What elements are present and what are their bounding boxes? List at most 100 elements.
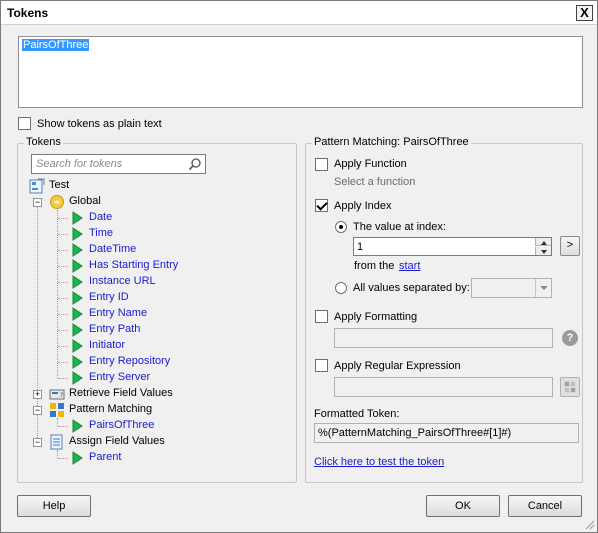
- apply-index-checkbox[interactable]: [315, 199, 328, 212]
- select-function-hint: Select a function: [334, 176, 416, 188]
- start-link[interactable]: start: [399, 260, 420, 272]
- svg-text:?: ?: [60, 392, 63, 399]
- spin-down-button[interactable]: [535, 247, 551, 255]
- apply-function-label: Apply Function: [334, 158, 407, 170]
- apply-function-checkbox[interactable]: [315, 158, 328, 171]
- tree-line: [58, 378, 68, 379]
- tokens-dialog: Tokens X PairsOfThree Show tokens as pla…: [0, 0, 598, 533]
- tree-line: [58, 282, 68, 283]
- regex-input[interactable]: [334, 377, 553, 397]
- pattern-matching-icon: [50, 403, 64, 417]
- separator-select[interactable]: [471, 278, 552, 298]
- token-label: Entry Server: [89, 371, 151, 383]
- token-arrow-icon: [72, 451, 83, 465]
- token-tree: Test − Global Date Time DateTime Has Sta…: [29, 178, 289, 468]
- tree-line: [58, 362, 68, 363]
- arrow-up-icon: [541, 241, 547, 245]
- arrow-down-icon: [541, 250, 547, 254]
- formatting-input[interactable]: [334, 328, 553, 348]
- regex-builder-button[interactable]: [560, 377, 580, 397]
- resize-grip-icon[interactable]: [583, 518, 595, 530]
- ok-button-label: OK: [455, 500, 471, 512]
- tree-line: [58, 298, 68, 299]
- token-label: DateTime: [89, 243, 137, 255]
- apply-formatting-checkbox[interactable]: [315, 310, 328, 323]
- search-placeholder: Search for tokens: [36, 158, 123, 170]
- token-arrow-icon: [72, 227, 83, 241]
- test-token-link[interactable]: Click here to test the token: [314, 456, 444, 468]
- from-the-label: from the: [354, 260, 395, 272]
- token-arrow-icon: [72, 355, 83, 369]
- tree-line: [58, 234, 68, 235]
- ok-button[interactable]: OK: [426, 495, 500, 517]
- global-icon: [50, 195, 64, 209]
- index-spinner[interactable]: 1: [353, 237, 552, 256]
- token-label: Entry Name: [89, 307, 148, 319]
- goto-label: >: [566, 239, 574, 251]
- token-text-value: PairsOfThree: [22, 39, 90, 51]
- apply-regex-label: Apply Regular Expression: [334, 360, 461, 372]
- value-at-index-label: The value at index:: [353, 221, 446, 233]
- tree-line: [58, 330, 68, 331]
- index-value: 1: [357, 241, 364, 253]
- dropdown-button[interactable]: [535, 279, 551, 297]
- tokens-legend: Tokens: [24, 136, 63, 148]
- pattern-legend: Pattern Matching: PairsOfThree: [312, 136, 471, 148]
- token-label: Initiator: [89, 339, 126, 351]
- collapse-toggle[interactable]: −: [33, 438, 42, 447]
- token-arrow-icon: [72, 259, 83, 273]
- spin-up-button[interactable]: [535, 238, 551, 246]
- chevron-down-icon: [540, 286, 548, 290]
- window-title: Tokens: [7, 6, 49, 20]
- expand-toggle[interactable]: +: [33, 390, 42, 399]
- apply-regex-checkbox[interactable]: [315, 359, 328, 372]
- goto-button[interactable]: >: [560, 236, 580, 256]
- tree-label: Assign Field Values: [69, 435, 165, 447]
- help-button[interactable]: Help: [17, 495, 91, 517]
- token-label: Entry ID: [89, 291, 129, 303]
- token-label: Date: [89, 211, 113, 223]
- token-label: Parent: [89, 451, 122, 463]
- tree-line: [58, 426, 68, 427]
- search-icon[interactable]: [188, 157, 202, 171]
- help-icon-glyph: ?: [566, 332, 574, 344]
- token-arrow-icon: [72, 243, 83, 257]
- cancel-button-label: Cancel: [527, 500, 563, 512]
- token-label: Time: [89, 227, 114, 239]
- tree-line: [58, 346, 68, 347]
- token-arrow-icon: [72, 371, 83, 385]
- close-icon: X: [580, 5, 589, 20]
- value-at-index-radio[interactable]: [335, 221, 347, 233]
- cancel-button[interactable]: Cancel: [508, 495, 582, 517]
- all-values-radio[interactable]: [335, 282, 347, 294]
- assign-fields-icon: [50, 434, 63, 450]
- collapse-toggle[interactable]: −: [33, 406, 42, 415]
- token-arrow-icon: [72, 339, 83, 353]
- token-label: Has Starting Entry: [89, 259, 179, 271]
- token-arrow-icon: [72, 323, 83, 337]
- collapse-toggle[interactable]: −: [33, 198, 42, 207]
- token-label: Instance URL: [89, 275, 156, 287]
- token-label: Entry Repository: [89, 355, 171, 367]
- formatted-token-field[interactable]: %(PatternMatching_PairsOfThree#[1]#): [314, 423, 579, 443]
- tree-label: Test: [49, 179, 70, 191]
- show-plain-text-checkbox[interactable]: [18, 117, 31, 130]
- apply-index-label: Apply Index: [334, 200, 392, 212]
- title-bar: Tokens X: [1, 1, 597, 25]
- token-label: PairsOfThree: [89, 419, 155, 431]
- token-arrow-icon: [72, 291, 83, 305]
- help-button-label: Help: [42, 500, 66, 512]
- tree-label: Retrieve Field Values: [69, 387, 173, 399]
- tree-label: Global: [69, 195, 101, 207]
- token-arrow-icon: [72, 419, 83, 433]
- search-input[interactable]: Search for tokens: [31, 154, 206, 174]
- tree-line: [58, 458, 68, 459]
- tree-line: [58, 250, 68, 251]
- tree-line: [58, 218, 68, 219]
- help-icon[interactable]: ?: [562, 330, 578, 346]
- token-text-area[interactable]: PairsOfThree: [18, 36, 583, 108]
- tree-label: Pattern Matching: [69, 403, 153, 415]
- regex-icon: [564, 381, 576, 393]
- formatted-token-value: %(PatternMatching_PairsOfThree#[1]#): [318, 427, 512, 439]
- close-button[interactable]: X: [576, 5, 593, 21]
